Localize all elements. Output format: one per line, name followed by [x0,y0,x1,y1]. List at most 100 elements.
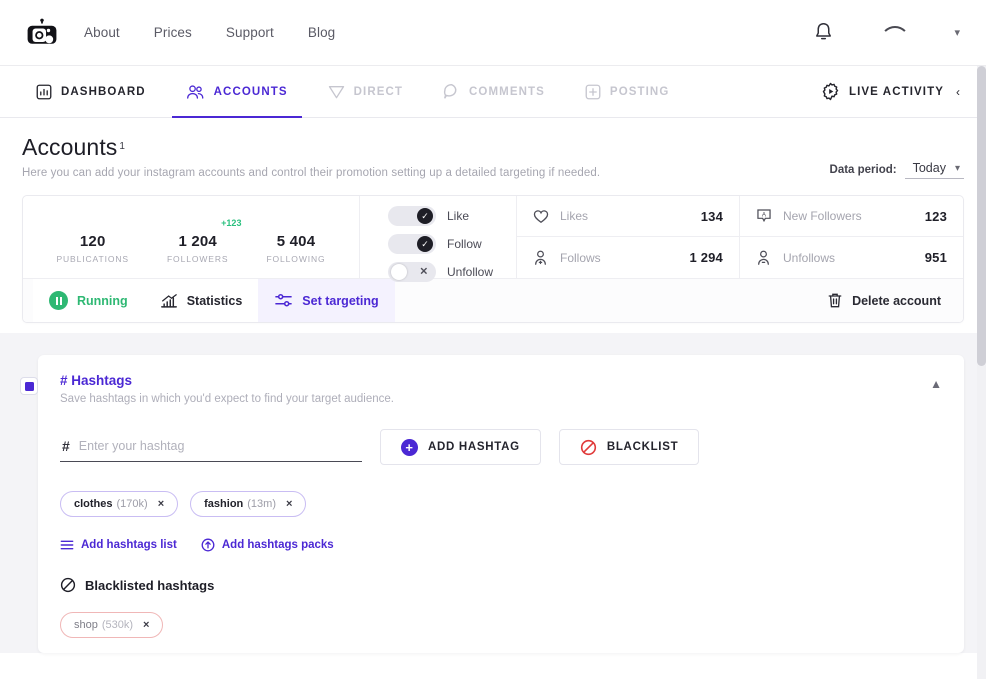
toggle-unfollow-label: Unfollow [447,265,494,279]
toggle-unfollow[interactable]: ✕ [388,262,436,282]
tab-statistics[interactable]: Statistics [143,279,259,322]
hashtag-chip-count: (170k) [116,498,148,510]
toggle-row-follow: ✓ Follow [388,234,516,254]
profile-stats: 120 PUBLICATIONS +123 1 204 FOLLOWERS 5 … [23,196,360,278]
tab-statistics-label: Statistics [186,293,243,308]
hashtags-panel-checkbox[interactable] [20,377,38,395]
instagram-robot-logo-icon [27,18,57,44]
page-subtitle: Here you can add your instagram accounts… [22,167,601,179]
tab-dashboard[interactable]: DASHBOARD [22,66,160,117]
chevron-left-icon[interactable]: ‹ [956,85,960,99]
header-right: ▾ [810,16,964,50]
account-card-top: 120 PUBLICATIONS +123 1 204 FOLLOWERS 5 … [23,196,963,282]
svg-text:A: A [762,211,767,218]
notifications-button[interactable] [810,18,836,48]
tab-comments-label: COMMENTS [469,85,545,98]
gear-play-icon [821,82,840,101]
remove-chip-icon[interactable]: × [158,498,164,510]
metric-new-followers-label: New Followers [783,209,862,223]
tab-posting-label: POSTING [609,85,670,98]
data-period-label: Data period: [829,163,897,176]
add-hashtags-list-label: Add hashtags list [81,539,177,551]
tab-set-targeting-label: Set targeting [302,293,379,308]
plus-circle-icon: + [401,438,418,456]
hashtag-chip: clothes (170k) × [60,491,179,517]
metric-new-followers: A New Followers 123 [740,196,963,237]
page-title: Accounts [22,134,118,160]
prohibition-icon [60,577,76,593]
stat-followers: +123 1 204 FOLLOWERS [167,218,241,264]
blacklist-button[interactable]: BLACKLIST [558,429,700,465]
add-hashtags-list-link[interactable]: Add hashtags list [60,538,177,552]
toggle-follow[interactable]: ✓ [388,234,436,254]
metrics-grid: Likes 134 A New Followers 123 Follows 1 … [517,196,963,278]
blacklisted-chip-tag: shop [74,619,98,631]
remove-chip-icon[interactable]: × [143,619,149,631]
tab-accounts-label: ACCOUNTS [213,85,288,98]
primary-tabstrip: DASHBOARD ACCOUNTS DIRECT COMMENTS POSTI… [0,66,986,118]
scrollbar-thumb[interactable] [977,66,986,366]
page-scrollbar[interactable] [977,66,986,679]
toggle-follow-label: Follow [447,237,482,251]
toggle-like[interactable]: ✓ [388,206,436,226]
live-activity-label: LIVE ACTIVITY [848,85,944,98]
check-icon: ✓ [417,208,433,224]
avatar-shape [880,25,911,50]
delete-account-button[interactable]: Delete account [827,292,947,309]
data-period-select[interactable]: Today ▾ [904,160,964,179]
app-logo[interactable] [22,13,62,53]
trash-icon [827,292,843,309]
metric-follows-label: Follows [560,250,601,265]
nav-link-blog[interactable]: Blog [308,25,335,40]
metric-likes-label: Likes [560,209,589,223]
tab-accounts[interactable]: ACCOUNTS [171,66,302,118]
tab-posting[interactable]: POSTING [571,66,683,117]
page-header: Accounts 1 Here you can add your instagra… [0,118,986,191]
cross-icon: ✕ [419,266,428,278]
checked-square-icon [24,381,34,391]
toggle-row-unfollow: ✕ Unfollow [388,262,516,282]
account-card: 120 PUBLICATIONS +123 1 204 FOLLOWERS 5 … [22,195,964,323]
chevron-up-icon[interactable]: ▲ [930,377,942,391]
chevron-down-icon: ▾ [954,162,960,174]
hashtag-input-row: # + ADD HASHTAG BLACKLIST [60,429,942,465]
tab-direct[interactable]: DIRECT [314,66,417,117]
blacklisted-hashtags-heading: Blacklisted hashtags [60,577,942,593]
remove-chip-icon[interactable]: × [286,498,292,510]
nav-link-support[interactable]: Support [226,25,274,40]
action-toggles: ✓ Like ✓ Follow ✕ Unfollow [360,196,517,282]
nav-link-about[interactable]: About [84,25,120,40]
hashtags-panel-header: # Hashtags Save hashtags in which you'd … [60,373,942,405]
tab-dashboard-label: DASHBOARD [61,85,146,98]
nav-link-prices[interactable]: Prices [154,25,192,40]
account-menu-chevron[interactable]: ▾ [954,26,960,39]
add-hashtag-label: ADD HASHTAG [428,441,520,453]
metric-unfollows-value: 951 [924,250,947,265]
heart-icon [533,209,553,224]
avatar[interactable] [878,16,912,50]
check-icon: ✓ [417,236,433,252]
hashtag-input[interactable] [78,438,360,453]
tab-set-targeting[interactable]: Set targeting [258,279,395,322]
tab-comments[interactable]: COMMENTS [429,66,559,117]
pause-circle-icon [49,291,68,310]
tab-running-label: Running [77,293,128,308]
top-header: About Prices Support Blog ▾ [0,0,986,66]
add-hashtags-packs-label: Add hashtags packs [221,539,334,551]
stat-followers-delta: +123 [221,218,242,228]
tab-running[interactable]: Running [33,279,144,322]
hashtag-chip-tag: fashion [204,498,244,510]
blacklist-label: BLACKLIST [606,441,679,453]
add-hashtag-button[interactable]: + ADD HASHTAG [380,429,541,465]
live-activity-button[interactable]: LIVE ACTIVITY ‹ [821,66,964,117]
metric-unfollows-label: Unfollows [783,250,836,265]
metric-follows: Follows 1 294 [517,237,740,278]
metric-follows-value: 1 294 [689,250,723,265]
hashtag-input-wrap[interactable]: # [60,433,362,462]
toggle-row-like: ✓ Like [388,206,516,226]
hash-symbol-icon: # [62,437,70,454]
hashtag-chip-count: (13m) [247,498,276,510]
add-hashtags-packs-link[interactable]: Add hashtags packs [201,538,334,552]
new-follower-badge-icon: A [756,208,776,224]
hashtags-panel-title: # Hashtags [60,373,133,388]
